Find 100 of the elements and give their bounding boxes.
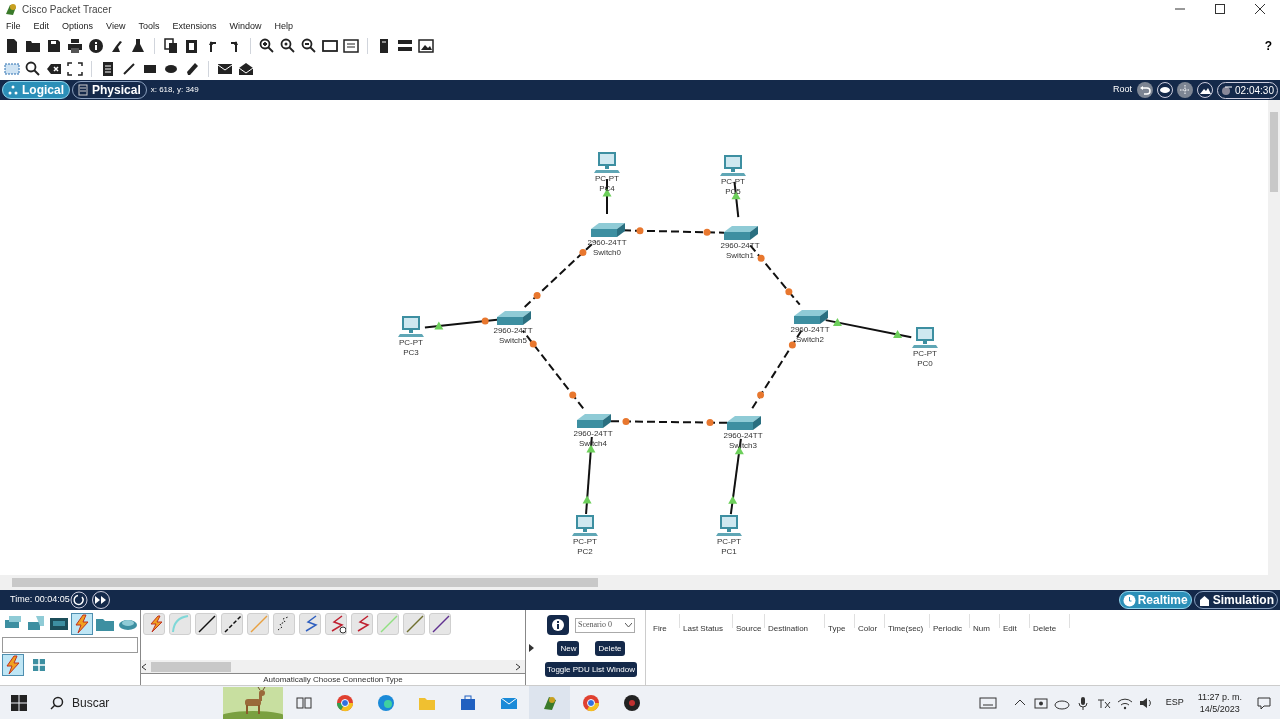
list-icon[interactable] [343, 38, 359, 54]
store-icon[interactable] [458, 693, 477, 712]
clipboard-icon[interactable] [184, 38, 200, 54]
scroll-right-icon[interactable] [515, 662, 521, 671]
switch-icon[interactable] [727, 416, 761, 430]
wizard-icon[interactable] [109, 38, 125, 54]
column-header: Color [858, 624, 878, 633]
computer-icon[interactable] [398, 316, 424, 337]
mode-tab[interactable]: Simulation [1193, 591, 1278, 609]
lightning-icon[interactable] [71, 612, 93, 635]
iot-cable-icon[interactable] [403, 613, 425, 635]
taskbar-search-field[interactable]: Buscar [38, 686, 283, 719]
scroll-left-icon[interactable] [141, 662, 147, 671]
clock-icon [1122, 593, 1136, 607]
search-icon [50, 695, 64, 710]
zoom-out-icon[interactable] [301, 38, 317, 54]
rack-icon[interactable] [397, 38, 413, 54]
reset-icon[interactable] [69, 591, 88, 609]
device-model-label: 2960-24TT [720, 241, 760, 251]
workspace-tab[interactable]: Logical [2, 81, 70, 99]
print-icon[interactable] [67, 38, 83, 54]
mode-tab[interactable]: Realtime [1118, 591, 1192, 609]
maximize-icon[interactable] [1215, 4, 1225, 14]
zoom-reset-icon[interactable] [280, 38, 296, 54]
language-indicator[interactable]: ESP [1165, 695, 1184, 710]
column-header: Edit [1003, 624, 1017, 633]
simulation-time: Time: 00:04:05 [10, 593, 70, 607]
windows-logo-icon[interactable] [11, 694, 27, 711]
crossover-cable-icon[interactable] [221, 613, 243, 635]
computer-icon[interactable] [720, 155, 746, 176]
landscape-icon[interactable] [1197, 82, 1214, 98]
line-icon[interactable] [121, 60, 137, 77]
cable[interactable] [608, 420, 728, 424]
menu-item[interactable]: Options [62, 19, 94, 34]
horizontal-scrollbar[interactable] [0, 575, 1280, 590]
cable[interactable] [622, 229, 725, 234]
browser-icon[interactable] [376, 693, 395, 712]
pdu-button[interactable]: Delete [595, 641, 625, 656]
flask-icon[interactable] [130, 38, 146, 54]
browser-icon[interactable] [335, 693, 354, 712]
device-name-label: Switch2 [796, 335, 824, 345]
menu-item[interactable]: View [106, 19, 126, 34]
pdu-button[interactable]: New [557, 641, 580, 656]
menu-item[interactable]: Help [274, 19, 293, 34]
resize-icon[interactable] [67, 60, 83, 77]
switch-icon[interactable] [577, 414, 611, 428]
switch-icon[interactable] [591, 223, 625, 237]
back-icon[interactable] [1137, 82, 1154, 98]
save-icon[interactable] [46, 38, 62, 54]
copy-icon[interactable] [163, 38, 179, 54]
computer-icon[interactable] [912, 327, 938, 348]
menu-item[interactable]: Edit [33, 19, 50, 34]
serial-cable-icon[interactable] [325, 613, 347, 635]
lightning-icon[interactable] [2, 654, 24, 676]
auto-connection-icon[interactable] [143, 613, 165, 635]
notification-icon[interactable] [1256, 694, 1272, 711]
workspace-tab[interactable]: Physical [72, 81, 147, 99]
browser-icon[interactable] [581, 693, 600, 712]
info-icon[interactable] [88, 38, 104, 54]
menu-item[interactable]: File [6, 19, 21, 34]
menu-item[interactable]: Window [229, 19, 262, 34]
cursor-coordinates: x: 618, y: 349 [150, 84, 199, 96]
straight-cable-icon[interactable] [195, 613, 217, 635]
column-header: Source [736, 624, 762, 633]
cloud-icon[interactable] [1157, 82, 1174, 98]
move-icon[interactable] [1177, 82, 1194, 98]
computer-icon[interactable] [594, 152, 620, 173]
zoom-in-icon[interactable] [259, 38, 275, 54]
cable[interactable] [423, 318, 499, 329]
record-icon[interactable] [622, 693, 641, 712]
connections-scrollbar[interactable] [141, 660, 525, 673]
new-file-icon[interactable] [4, 38, 20, 54]
search-icon[interactable] [25, 60, 41, 77]
window-icon[interactable] [322, 38, 338, 54]
pencil-icon[interactable] [184, 60, 200, 77]
switch-icon[interactable] [497, 311, 531, 325]
serial-cable-icon[interactable] [351, 613, 373, 635]
coaxial-cable-icon[interactable] [299, 613, 321, 635]
toggle-pdu-list-button[interactable]: Toggle PDU List Window [544, 662, 637, 677]
usb-cable-icon[interactable] [429, 613, 451, 635]
computer-icon[interactable] [716, 515, 742, 536]
note-icon[interactable] [100, 60, 116, 77]
menu-item[interactable]: Tools [138, 19, 160, 34]
fast-forward-icon[interactable] [89, 591, 112, 609]
switch-icon[interactable] [724, 226, 758, 240]
taskbar-time: 11:27 p. m. [1197, 690, 1242, 703]
root-label[interactable]: Root [1113, 83, 1133, 97]
collapse-arrow-icon[interactable] [529, 643, 534, 652]
vertical-scrollbar[interactable] [1268, 100, 1280, 575]
close-icon[interactable] [1255, 4, 1265, 14]
open-envelope-icon[interactable] [238, 60, 254, 77]
switch-icon[interactable] [794, 310, 828, 324]
scenario-dropdown[interactable]: Scenario 0 [575, 617, 635, 633]
info-icon[interactable] [547, 615, 569, 635]
menu-item[interactable]: Extensions [172, 19, 217, 34]
computer-icon[interactable] [572, 515, 598, 536]
image-icon[interactable] [418, 38, 434, 54]
help-button[interactable]: ? [1264, 37, 1272, 55]
folder-icon[interactable] [25, 38, 41, 54]
device-search-field[interactable] [2, 637, 138, 653]
